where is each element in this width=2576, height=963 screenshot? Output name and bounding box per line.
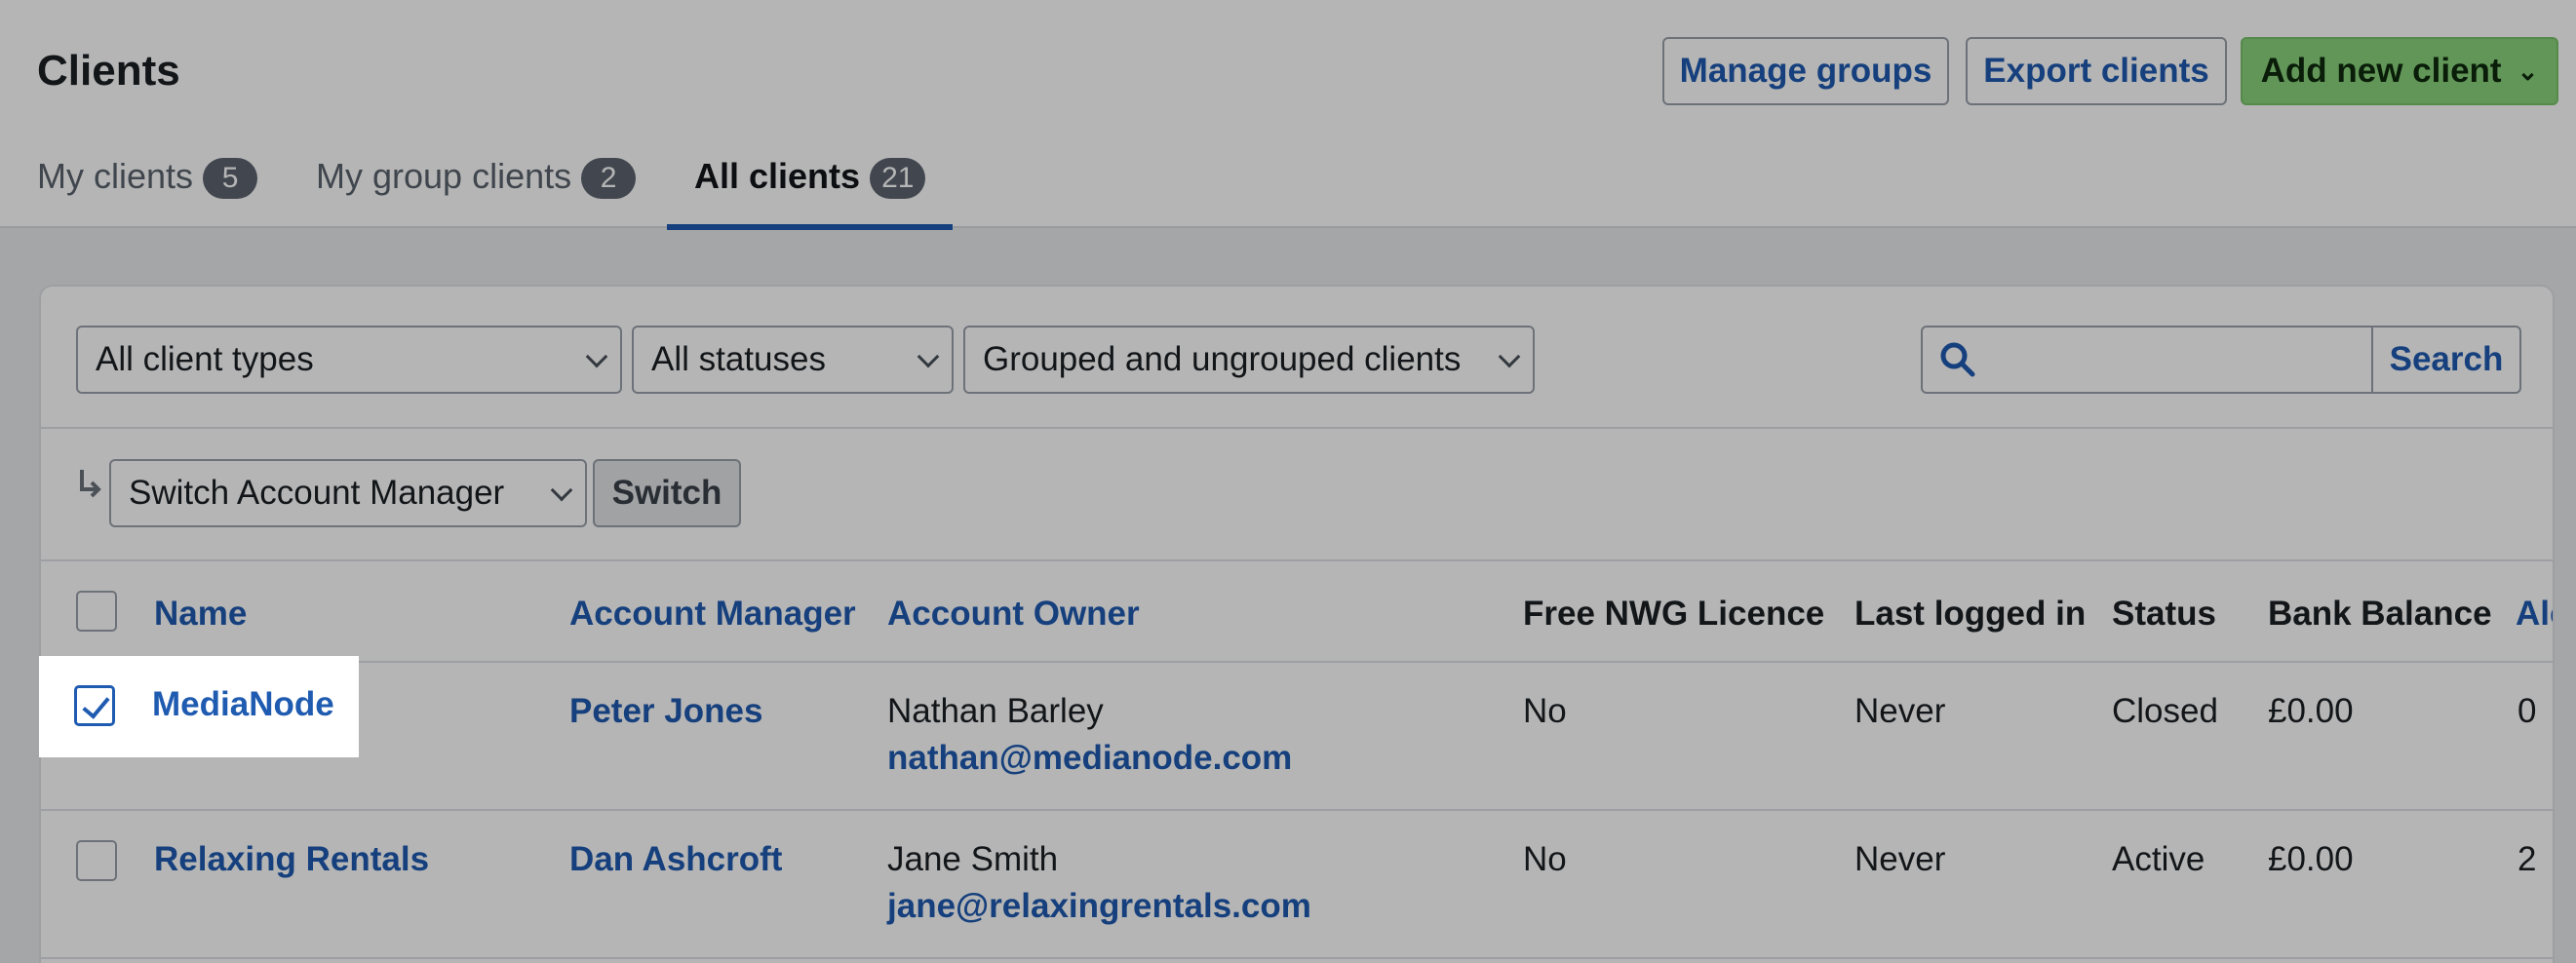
export-clients-button[interactable]: Export clients xyxy=(1966,37,2227,105)
chevron-down-icon xyxy=(917,345,940,368)
bank-balance-cell: £0.00 xyxy=(2268,692,2354,730)
account-owner-cell: Nathan Barley nathan@medianode.com xyxy=(887,692,1292,778)
page-header: Clients Manage groups Export clients Add… xyxy=(0,0,2576,230)
tour-spotlight: MediaNode xyxy=(39,656,359,757)
chevron-down-icon xyxy=(1498,345,1521,368)
table-row: Relaxing Rentals Dan Ashcroft Jane Smith… xyxy=(41,811,2553,959)
column-free-nwg-licence: Free NWG Licence xyxy=(1523,595,1825,633)
owner-email-link[interactable]: nathan@medianode.com xyxy=(887,739,1292,778)
owner-name: Jane Smith xyxy=(887,840,1059,878)
column-account-owner[interactable]: Account Owner xyxy=(887,595,1140,634)
filter-bar: All client types All statuses Grouped an… xyxy=(41,287,2553,429)
grouping-value: Grouped and ungrouped clients xyxy=(983,340,1462,378)
grouping-select[interactable]: Grouped and ungrouped clients xyxy=(963,326,1535,394)
row-checkbox-checked[interactable] xyxy=(74,685,115,726)
account-manager-link[interactable]: Peter Jones xyxy=(569,692,762,731)
column-alerts[interactable]: Ale xyxy=(2516,595,2553,634)
search-icon xyxy=(1940,342,1975,377)
free-licence-cell: No xyxy=(1523,840,1567,878)
tab-my-clients[interactable]: My clients 5 xyxy=(37,136,258,228)
count-badge: 5 xyxy=(203,158,258,199)
column-bank-balance: Bank Balance xyxy=(2268,595,2492,633)
search-box: Search xyxy=(1921,326,2521,394)
row-checkbox[interactable] xyxy=(76,840,117,881)
column-last-logged-in: Last logged in xyxy=(1854,595,2087,633)
client-name-link[interactable]: Relaxing Rentals xyxy=(154,840,429,879)
account-manager-link[interactable]: Dan Ashcroft xyxy=(569,840,782,879)
account-owner-cell: Jane Smith jane@relaxingrentals.com xyxy=(887,840,1311,926)
bulk-action-value: Switch Account Manager xyxy=(129,474,505,512)
bulk-action-select[interactable]: Switch Account Manager xyxy=(109,459,587,527)
page-title: Clients xyxy=(37,47,180,95)
search-input[interactable] xyxy=(1991,333,2332,386)
alerts-cell: 2 xyxy=(2517,840,2537,878)
search-button[interactable]: Search xyxy=(2371,327,2519,392)
status-value: All statuses xyxy=(651,340,826,378)
last-logged-in-cell: Never xyxy=(1854,840,1946,878)
bulk-select-arrow-icon xyxy=(80,470,101,498)
manage-groups-button[interactable]: Manage groups xyxy=(1662,37,1949,105)
table-row: No Peter Jones Nathan Barley nathan@medi… xyxy=(41,663,2553,811)
chevron-down-icon xyxy=(550,479,573,502)
owner-email-link[interactable]: jane@relaxingrentals.com xyxy=(887,887,1311,926)
tab-my-group-clients[interactable]: My group clients 2 xyxy=(316,136,637,228)
column-account-manager[interactable]: Account Manager xyxy=(569,595,856,634)
column-name[interactable]: Name xyxy=(154,595,247,634)
column-status: Status xyxy=(2112,595,2216,633)
tab-label: My clients xyxy=(37,156,194,196)
tab-label: My group clients xyxy=(316,156,572,196)
client-type-select[interactable]: All client types xyxy=(76,326,622,394)
add-new-client-button[interactable]: Add new client ⌄ xyxy=(2241,37,2558,105)
bulk-action-bar: Switch Account Manager Switch xyxy=(41,429,2553,561)
count-badge: 21 xyxy=(870,158,925,199)
free-licence-cell: No xyxy=(1523,692,1567,730)
status-cell: Closed xyxy=(2112,692,2218,730)
count-badge: 2 xyxy=(581,158,637,199)
bank-balance-cell: £0.00 xyxy=(2268,840,2354,878)
client-type-value: All client types xyxy=(96,340,314,378)
select-all-checkbox[interactable] xyxy=(76,591,117,632)
clients-card: All client types All statuses Grouped an… xyxy=(39,285,2555,963)
chevron-down-icon: ⌄ xyxy=(2517,56,2539,86)
owner-name: Nathan Barley xyxy=(887,692,1104,730)
switch-button[interactable]: Switch xyxy=(593,459,741,527)
chevron-down-icon xyxy=(585,345,608,368)
add-new-client-label: Add new client xyxy=(2260,52,2502,90)
status-select[interactable]: All statuses xyxy=(632,326,954,394)
alerts-cell: 0 xyxy=(2517,692,2537,730)
client-name-link[interactable]: MediaNode xyxy=(152,685,334,724)
tab-all-clients[interactable]: All clients 21 xyxy=(667,136,953,230)
table-header: Name Account Manager Account Owner Free … xyxy=(41,561,2553,663)
status-cell: Active xyxy=(2112,840,2205,878)
last-logged-in-cell: Never xyxy=(1854,692,1946,730)
tab-label: All clients xyxy=(694,156,861,196)
